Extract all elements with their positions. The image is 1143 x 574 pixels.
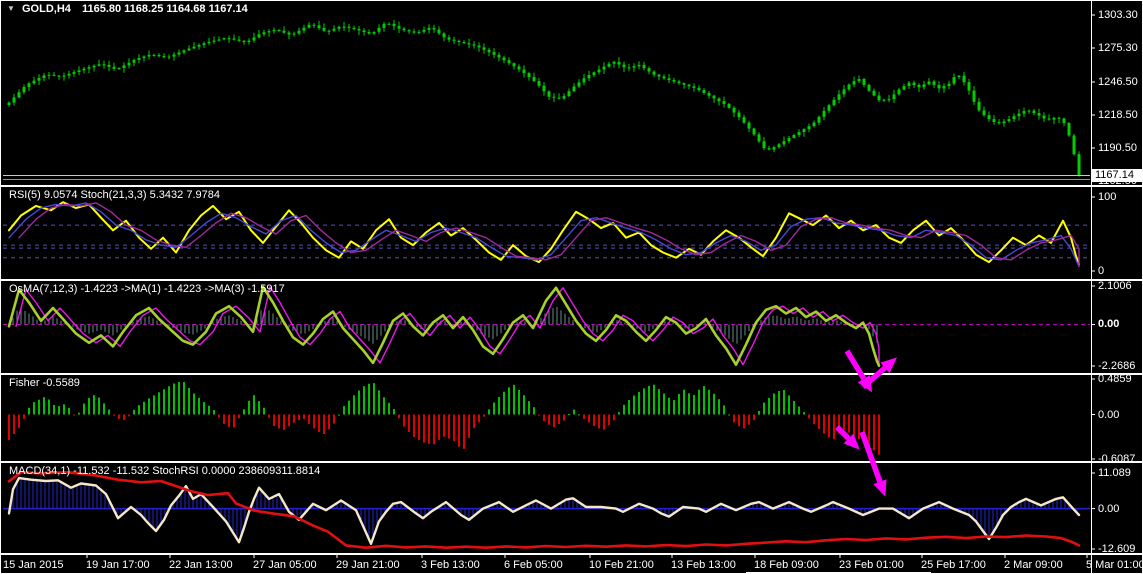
time-axis-label: 6 Feb 05:00 xyxy=(504,559,563,571)
time-axis-label: 25 Feb 17:00 xyxy=(921,559,986,571)
osma-indicator-label: OsMA(7,12,3) -1.4223 ->MA(1) -1.4223 ->M… xyxy=(9,283,285,295)
current-price-badge: 1167.14 xyxy=(1092,169,1142,182)
symbol-period-label: GOLD,H4 xyxy=(21,3,71,15)
ohlc-quote-label: 1165.80 1168.25 1164.68 1167.14 xyxy=(81,3,248,15)
fisher-indicator-label: Fisher -0.5589 xyxy=(9,377,80,389)
chart-title: ▼ GOLD,H4 1165.80 1168.25 1164.68 1167.1… xyxy=(7,3,248,15)
time-axis-label: 2 Mar 09:00 xyxy=(1004,559,1063,571)
symbol-dropdown-icon[interactable]: ▼ xyxy=(7,4,15,13)
time-axis-label: 29 Jan 21:00 xyxy=(336,559,400,571)
time-axis-label: 23 Feb 01:00 xyxy=(839,559,904,571)
time-axis-label: 27 Jan 05:00 xyxy=(253,559,317,571)
time-axis-label: 5 Mar 01:00 xyxy=(1086,559,1143,571)
time-axis-label: 13 Feb 13:00 xyxy=(671,559,736,571)
time-axis-label: 22 Jan 13:00 xyxy=(169,559,233,571)
time-axis-label: 15 Jan 2015 xyxy=(3,559,64,571)
time-axis-label: 3 Feb 13:00 xyxy=(421,559,480,571)
time-axis-label: 18 Feb 09:00 xyxy=(754,559,819,571)
chart-window: ▼ GOLD,H4 1165.80 1168.25 1164.68 1167.1… xyxy=(0,0,1143,574)
time-axis-label: 19 Jan 17:00 xyxy=(86,559,150,571)
time-axis-label: 10 Feb 21:00 xyxy=(589,559,654,571)
rsi-indicator-label: RSI(5) 9.0574 Stoch(21,3,3) 5.3432 7.978… xyxy=(9,189,220,201)
macd-indicator-label: MACD(34,1) -11.532 -11.532 StochRSI 0.00… xyxy=(9,465,321,477)
